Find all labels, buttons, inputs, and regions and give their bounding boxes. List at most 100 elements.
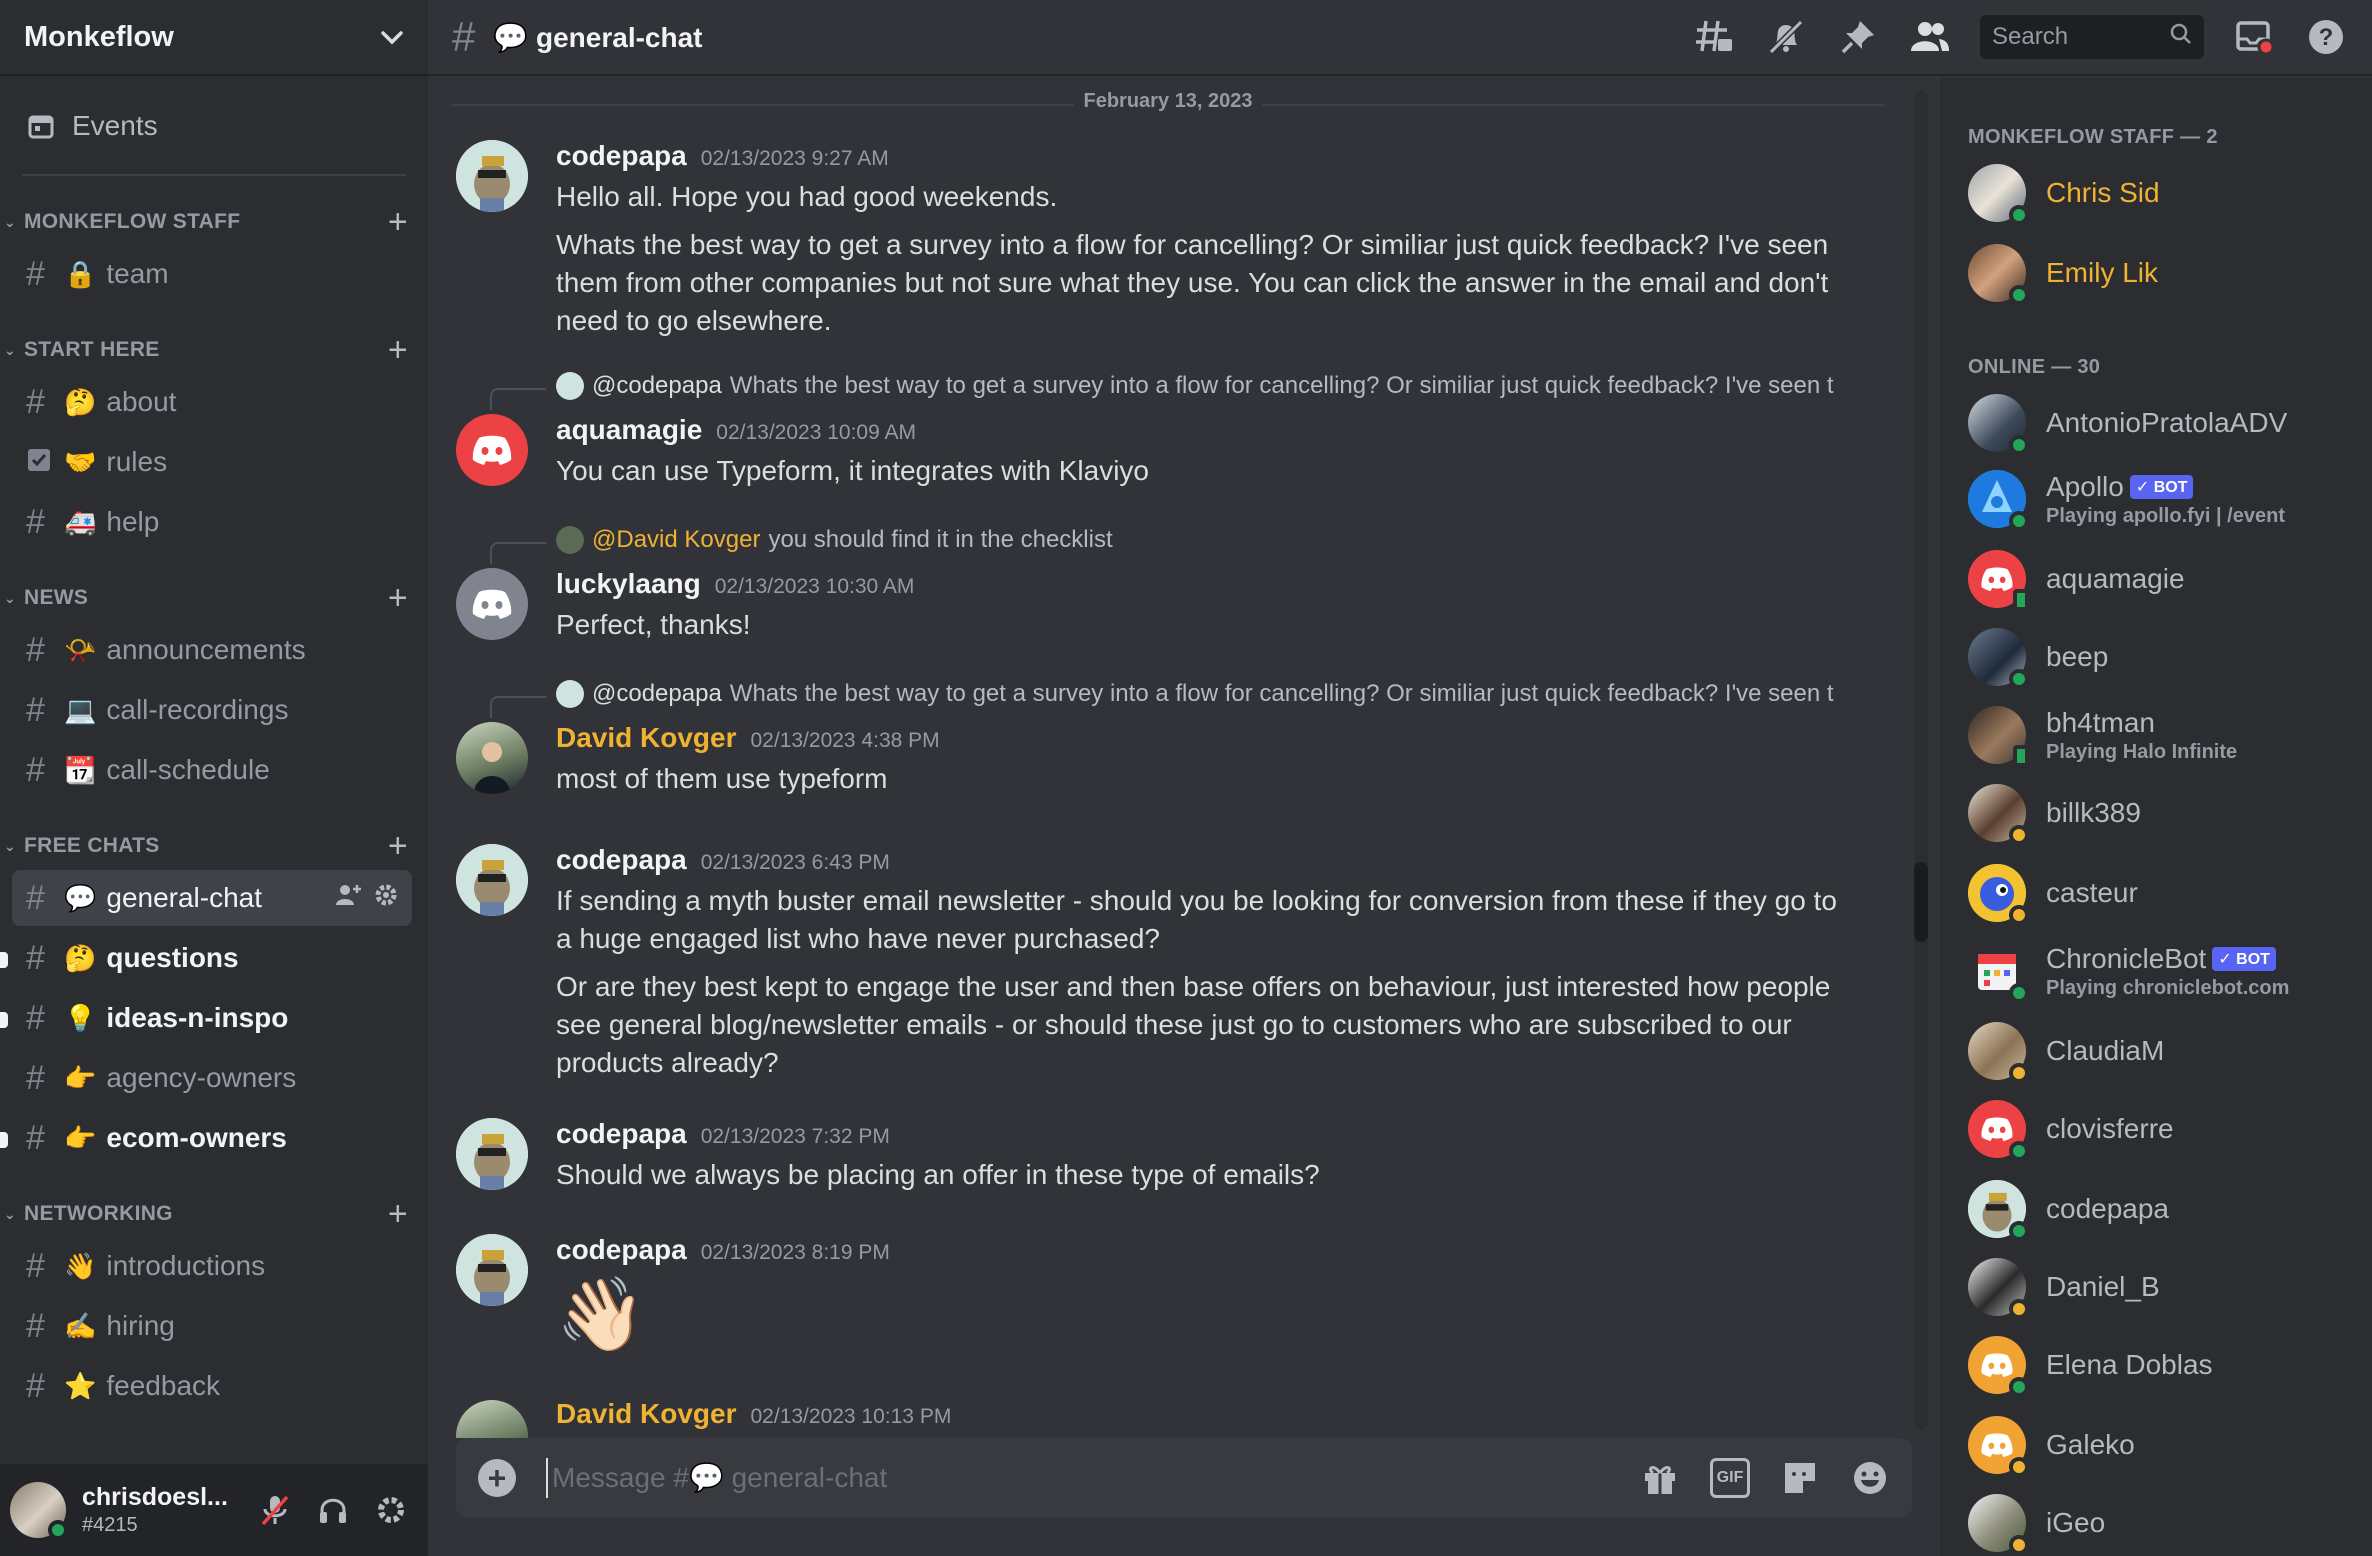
channel-name: general-chat [106,882,263,913]
wave-emoji[interactable]: 👋🏻 [556,1270,1856,1360]
add-channel-icon[interactable]: + [388,581,408,615]
events-item[interactable]: Events [10,94,418,158]
channel-call-recordings[interactable]: # 💻 call-recordings [12,682,412,738]
threads-icon[interactable] [1692,15,1736,59]
avatar[interactable] [456,568,528,640]
message-author[interactable]: David Kovger [556,1398,737,1430]
gif-button[interactable]: GIF [1710,1458,1750,1498]
category-free-chats[interactable]: ⌄ FREE CHATS + [0,826,428,866]
message-author[interactable]: codepapa [556,1118,687,1150]
pin-icon[interactable] [1836,15,1880,59]
emoji-picker-icon[interactable] [1850,1458,1890,1498]
member-item[interactable]: clovisferre [1968,1100,2358,1161]
server-header[interactable]: Monkeflow [0,0,428,76]
member-item[interactable]: beep [1968,628,2358,689]
channel-ecom-owners[interactable]: # 👉 ecom-owners [0,1110,412,1166]
channel-emoji: 📯 [64,634,97,665]
add-channel-icon[interactable]: + [388,829,408,863]
add-channel-icon[interactable]: + [388,1197,408,1231]
gear-icon[interactable] [374,883,398,914]
channel-agency-owners[interactable]: # 👉 agency-owners [12,1050,412,1106]
avatar[interactable] [10,1482,68,1540]
channel-general-chat[interactable]: # 💬 general-chat [12,870,412,926]
scrollbar-thumb[interactable] [1914,862,1928,942]
member-item[interactable]: billk389 [1968,784,2358,845]
headphones-icon[interactable] [316,1493,350,1527]
message-author[interactable]: David Kovger [556,722,737,754]
scrollbar-track[interactable] [1914,90,1928,1430]
search-input[interactable]: Search [1980,15,2204,59]
member-list-icon[interactable] [1908,15,1952,59]
channel-call-schedule[interactable]: # 📆 call-schedule [12,742,412,798]
avatar[interactable] [456,1118,528,1190]
category-news[interactable]: ⌄ NEWS + [0,578,428,618]
member-item[interactable]: iGeo [1968,1494,2358,1555]
member-item[interactable]: Elena Doblas [1968,1336,2358,1397]
channel-list[interactable]: Events ⌄ MONKEFLOW STAFF + # 🔒 team ⌄ STAR… [0,76,428,1464]
message-author[interactable]: codepapa [556,140,687,172]
member-item[interactable]: bh4tman Playing Halo Infinite [1968,706,2358,767]
member-item[interactable]: AntonioPratolaADV [1968,394,2358,455]
help-icon[interactable]: ? [2304,15,2348,59]
reply-preview[interactable]: @codepapa Whats the best way to get a su… [556,372,1856,400]
channel-ideas-n-inspo[interactable]: # 💡 ideas-n-inspo [0,990,412,1046]
member-item[interactable]: Emily Lik [1968,244,2358,305]
member-item[interactable]: Daniel_B [1968,1258,2358,1319]
add-channel-icon[interactable]: + [388,205,408,239]
member-item[interactable]: Chris Sid [1968,164,2358,225]
channel-hiring[interactable]: # ✍️ hiring [12,1298,412,1354]
reply-preview[interactable]: @David Kovger you should find it in the … [556,526,1856,554]
message-author[interactable]: codepapa [556,844,687,876]
member-item[interactable]: ChronicleBot ✓ BOT Playing chroniclebot.c… [1968,942,2358,1003]
mute-mic-icon[interactable] [258,1493,292,1527]
avatar[interactable] [456,140,528,212]
add-channel-icon[interactable]: + [388,333,408,367]
reply-mention[interactable]: @codepapa [592,372,722,400]
user-names[interactable]: chrisdoesl... #4215 [82,1483,228,1537]
member-item[interactable]: Apollo ✓ BOT Playing apollo.fyi | /event [1968,470,2358,531]
avatar[interactable] [456,722,528,794]
message-author[interactable]: codepapa [556,1234,687,1266]
invite-icon[interactable] [336,883,362,914]
avatar[interactable] [456,1234,528,1306]
reply-preview[interactable]: @codepapa Whats the best way to get a su… [556,680,1856,708]
message-list[interactable]: February 13, 2023 codepapa 02/13/2023 9:… [428,78,1924,1438]
channel-introductions[interactable]: # 👋 introductions [12,1238,412,1294]
attach-plus-button[interactable]: + [478,1459,516,1497]
member-item[interactable]: ClaudiaM [1968,1022,2358,1083]
channel-feedback[interactable]: # ⭐ feedback [12,1358,412,1414]
gift-icon[interactable] [1640,1458,1680,1498]
avatar[interactable] [456,1400,528,1438]
member-item[interactable]: casteur [1968,864,2358,925]
member-category-online: ONLINE — 30 [1968,356,2101,378]
member-item[interactable]: aquamagie [1968,550,2358,611]
reply-mention[interactable]: @David Kovger [592,526,760,554]
reply-connector [490,542,546,564]
channel-rules[interactable]: 🤝 rules [12,434,412,490]
category-networking[interactable]: ⌄ NETWORKING + [0,1194,428,1234]
channel-team[interactable]: # 🔒 team [12,246,412,302]
category-start-here[interactable]: ⌄ START HERE + [0,330,428,370]
channel-questions[interactable]: # 🤔 questions [0,930,412,986]
message-text: If sending a myth buster email newslette… [556,885,1837,954]
avatar [1968,1258,2029,1319]
member-item[interactable]: codepapa [1968,1180,2358,1241]
sticker-icon[interactable] [1780,1458,1820,1498]
reply-mention[interactable]: @codepapa [592,680,722,708]
username: chrisdoesl... [82,1483,228,1511]
avatar[interactable] [456,414,528,486]
channel-help[interactable]: # 🚑 help [12,494,412,550]
avatar [1968,942,2029,1003]
member-item[interactable]: Galeko [1968,1416,2358,1477]
message-author[interactable]: luckylaang [556,568,701,600]
avatar[interactable] [456,844,528,916]
notification-muted-icon[interactable] [1764,15,1808,59]
member-list[interactable]: MONKEFLOW STAFF — 2 Chris Sid Emily Lik … [1940,78,2372,1556]
message-input[interactable] [546,1458,1620,1498]
inbox-icon[interactable] [2232,15,2276,59]
user-settings-gear-icon[interactable] [374,1493,408,1527]
channel-about[interactable]: # 🤔 about [12,374,412,430]
message-author[interactable]: aquamagie [556,414,702,446]
category-monkeflow-staff[interactable]: ⌄ MONKEFLOW STAFF + [0,202,428,242]
channel-announcements[interactable]: # 📯 announcements [12,622,412,678]
